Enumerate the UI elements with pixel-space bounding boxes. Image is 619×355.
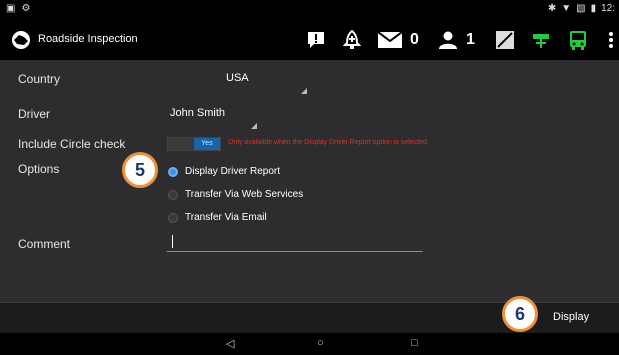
country-value: USA xyxy=(226,72,249,84)
user-icon xyxy=(439,31,457,49)
battery-icon: ▮ xyxy=(590,3,597,14)
radio-label: Transfer Via Email xyxy=(185,212,267,223)
toggle-yes: Yes xyxy=(194,138,220,150)
messages-count: 0 xyxy=(410,31,419,48)
recents-icon[interactable]: □ xyxy=(411,337,418,349)
radio-transfer-email[interactable]: Transfer Via Email xyxy=(168,212,267,223)
messages-button[interactable]: 0 xyxy=(378,28,419,52)
options-label: Options xyxy=(18,162,60,176)
radio-unselected-icon xyxy=(168,189,178,200)
app-screen: ▣ ⚙ ✱ ▼ ▧ ▮ 12: Roadside Inspection 0 1 … xyxy=(0,0,619,355)
no-signal-icon[interactable] xyxy=(495,28,515,52)
back-icon[interactable]: ◁ xyxy=(226,337,234,350)
comment-underline xyxy=(167,251,423,252)
circle-check-label: Include Circle check xyxy=(18,137,126,151)
radio-selected-icon xyxy=(168,166,178,177)
bluetooth-icon: ✱ xyxy=(547,3,557,14)
mail-icon xyxy=(378,32,402,48)
radio-transfer-web-services[interactable]: Transfer Via Web Services xyxy=(168,189,303,200)
users-button[interactable]: 1 xyxy=(438,28,475,52)
wifi-icon: ▼ xyxy=(561,3,572,14)
app-logo-icon[interactable] xyxy=(10,29,32,51)
radio-unselected-icon xyxy=(168,212,178,223)
status-bar: ▣ ⚙ ✱ ▼ ▧ ▮ 12: xyxy=(0,0,619,20)
dropdown-arrow-icon xyxy=(251,123,257,129)
alert-icon[interactable] xyxy=(306,28,326,52)
signal-icon: ▧ xyxy=(576,3,586,14)
clock: 12: xyxy=(601,3,615,14)
android-icon: ⚙ xyxy=(21,3,31,14)
driver-spinner[interactable]: John Smith xyxy=(170,107,257,129)
callout-5-badge: 5 xyxy=(122,152,158,188)
bus-icon[interactable] xyxy=(568,28,588,52)
callout-6-badge: 6 xyxy=(502,296,538,332)
radio-label: Transfer Via Web Services xyxy=(185,189,304,200)
screenshot-icon: ▣ xyxy=(6,3,16,14)
home-icon[interactable]: ○ xyxy=(317,337,324,349)
notification-bell-icon[interactable] xyxy=(343,28,361,52)
country-label: Country xyxy=(18,72,61,86)
circle-check-toggle[interactable]: Yes xyxy=(167,137,221,151)
radio-display-driver-report[interactable]: Display Driver Report xyxy=(168,166,280,177)
driver-value: John Smith xyxy=(170,107,226,119)
navigation-bar: ◁ ○ □ xyxy=(0,333,619,355)
page-title: Roadside Inspection xyxy=(38,33,138,45)
comment-label: Comment xyxy=(18,237,71,251)
display-button[interactable]: Display xyxy=(545,309,597,325)
overflow-menu-icon[interactable] xyxy=(608,28,614,52)
action-bar: Roadside Inspection 0 1 xyxy=(0,20,619,60)
users-count: 1 xyxy=(466,31,475,48)
country-spinner[interactable]: USA xyxy=(168,72,307,94)
text-caret xyxy=(172,235,173,248)
comment-input[interactable] xyxy=(167,230,423,252)
radio-label: Display Driver Report xyxy=(185,166,281,177)
driver-label: Driver xyxy=(18,107,50,121)
sign-icon[interactable] xyxy=(531,28,551,52)
circle-check-note: Only available when the Display Driver R… xyxy=(228,139,429,146)
dropdown-arrow-icon xyxy=(301,88,307,94)
